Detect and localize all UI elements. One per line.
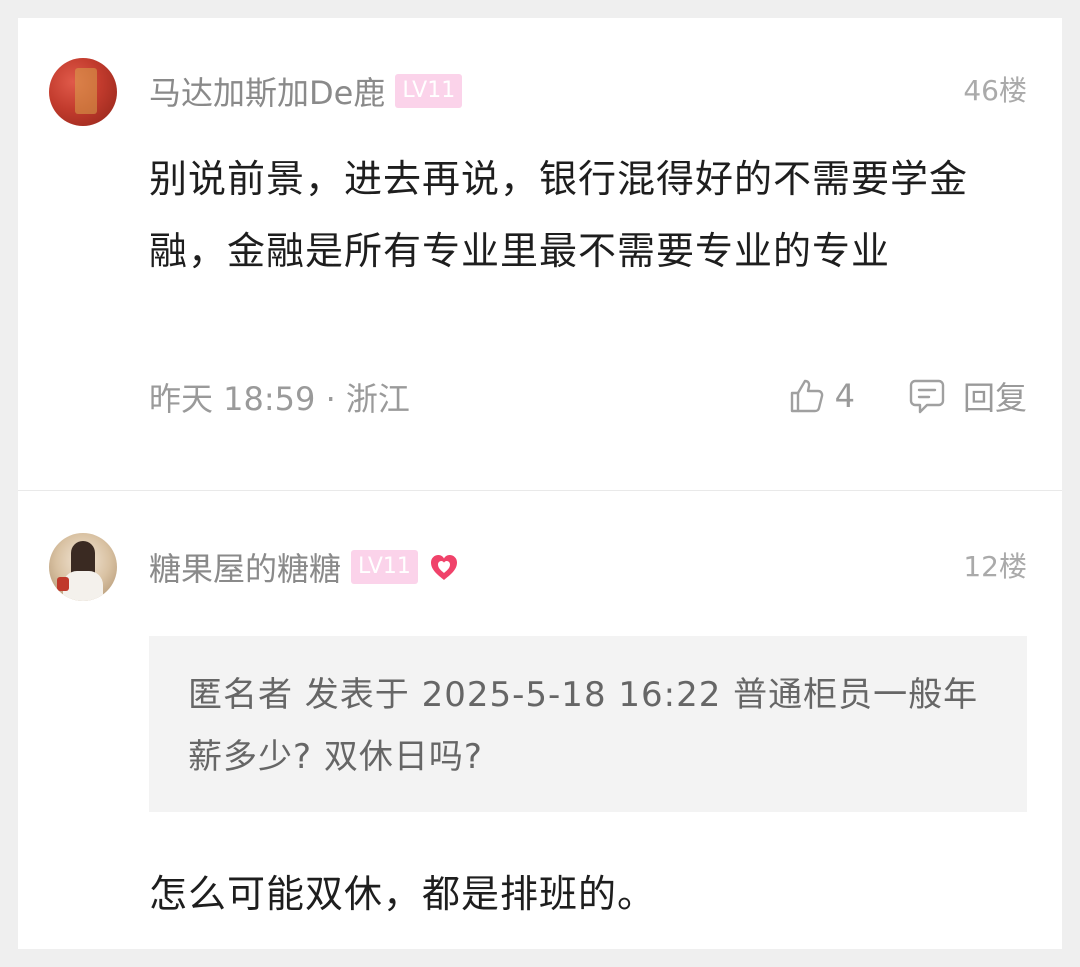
floor-number: 12楼 [963, 550, 1027, 583]
quoted-comment[interactable]: 匿名者 发表于 2025-5-18 16:22 普通柜员一般年薪多少? 双休日吗… [149, 636, 1027, 812]
username[interactable]: 糖果屋的糖糖 [149, 544, 341, 590]
username-row: 糖果屋的糖糖 LV11 [149, 545, 460, 589]
comment-item [18, 18, 1062, 476]
quote-text: 匿名者 发表于 2025-5-18 16:22 普通柜员一般年薪多少? 双休日吗… [188, 675, 979, 777]
heart-badge-icon [428, 551, 460, 583]
divider [18, 490, 1062, 491]
comment-list: 马达加斯加De鹿 LV11 46楼 别说前景，进去再说，银行混得好的不需要学金融… [18, 18, 1062, 949]
comment-content: 怎么可能双休，都是排班的。 [149, 872, 657, 916]
level-badge: LV11 [351, 550, 418, 584]
avatar[interactable] [49, 533, 117, 601]
